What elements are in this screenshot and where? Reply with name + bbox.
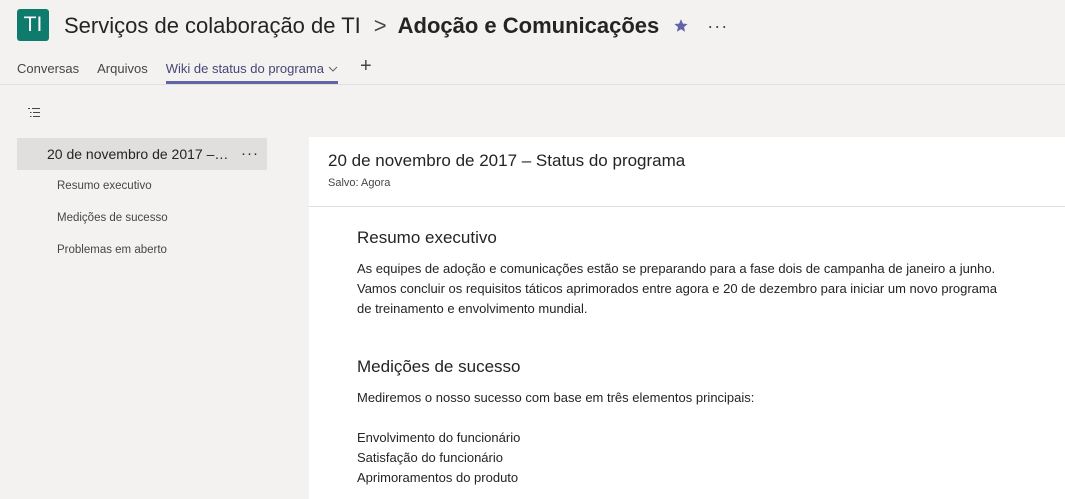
chevron-down-icon[interactable] <box>328 60 338 78</box>
channel-name[interactable]: Adoção e Comunicações <box>398 13 660 39</box>
table-of-contents-icon[interactable] <box>27 106 41 120</box>
nav-section-resumo-executivo[interactable]: Resumo executivo <box>17 170 267 202</box>
paragraph-line: Mediremos o nosso sucesso com base em tr… <box>357 390 755 405</box>
section-body-medicoes-de-sucesso[interactable]: Mediremos o nosso sucesso com base em tr… <box>357 388 1057 488</box>
section-title-medicoes-de-sucesso[interactable]: Medições de sucesso <box>357 357 520 377</box>
team-name[interactable]: Serviços de colaboração de TI <box>64 13 361 39</box>
breadcrumb: Serviços de colaboração de TI > Adoção e… <box>64 11 728 41</box>
tab-conversas[interactable]: Conversas <box>17 60 79 84</box>
paragraph-line: As equipes de adoção e comunicações estã… <box>357 261 996 276</box>
breadcrumb-separator: > <box>373 13 387 38</box>
save-status: Salvo: Agora <box>328 177 391 189</box>
paragraph-line: Vamos concluir os requisitos táticos apr… <box>357 281 997 296</box>
section-title-resumo-executivo[interactable]: Resumo executivo <box>357 228 497 248</box>
wiki-page-nav: 20 de novembro de 2017 – Status do progr… <box>17 138 267 266</box>
list-item: Aprimoramentos do produto <box>357 470 519 485</box>
tab-label: Wiki de status do programa <box>165 61 324 76</box>
paragraph-line: de treinamento e envolvimento mundial. <box>357 301 588 316</box>
section-body-resumo-executivo[interactable]: As equipes de adoção e comunicações estã… <box>357 259 1057 319</box>
wiki-page-item[interactable]: 20 de novembro de 2017 – Status do progr… <box>17 138 267 170</box>
wiki-document: 20 de novembro de 2017 – Status do progr… <box>309 137 1065 499</box>
channel-header: TI Serviços de colaboração de TI > Adoçã… <box>0 0 1065 85</box>
wiki-page-label: 20 de novembro de 2017 – Status do progr… <box>47 146 230 162</box>
nav-section-problemas-em-aberto[interactable]: Problemas em aberto <box>17 234 267 266</box>
list-item: Envolvimento do funcionário <box>357 430 521 445</box>
nav-section-medicoes-de-sucesso[interactable]: Medições de sucesso <box>17 202 267 234</box>
tab-wiki[interactable]: Wiki de status do programa <box>165 60 339 84</box>
document-title[interactable]: 20 de novembro de 2017 – Status do progr… <box>328 151 685 171</box>
more-options-icon[interactable]: ··· <box>707 16 728 37</box>
document-header: 20 de novembro de 2017 – Status do progr… <box>309 137 1065 207</box>
tab-bar: Conversas Arquivos Wiki de status do pro… <box>17 56 372 84</box>
tab-label: Arquivos <box>97 61 148 76</box>
page-more-options-icon[interactable]: ··· <box>241 145 259 162</box>
tab-label: Conversas <box>17 61 80 76</box>
add-tab-button[interactable]: + <box>360 56 372 84</box>
team-avatar[interactable]: TI <box>17 9 49 41</box>
tab-arquivos[interactable]: Arquivos <box>97 60 148 84</box>
star-icon[interactable] <box>673 18 689 34</box>
list-item: Satisfação do funcionário <box>357 450 503 465</box>
